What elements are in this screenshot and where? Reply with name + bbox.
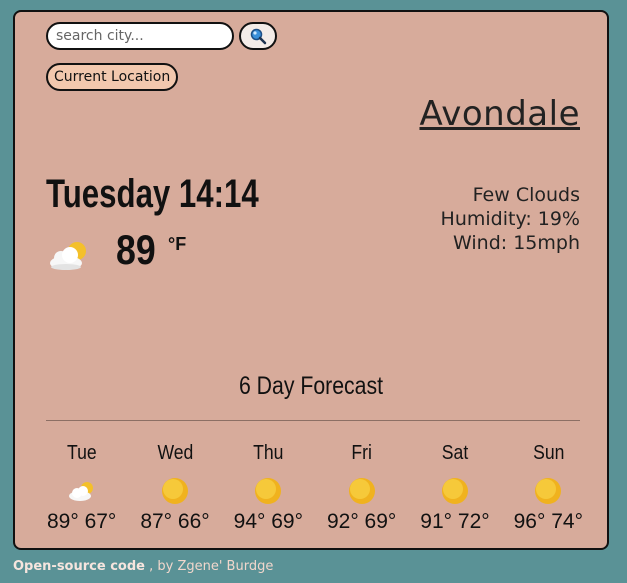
search-input[interactable]: [46, 22, 234, 50]
forecast-day: Fri 92° 69°: [315, 442, 408, 542]
source-code-link[interactable]: Open-source code: [13, 559, 145, 574]
weather-details: Few Clouds Humidity: 19% Wind: 15mph: [441, 183, 580, 255]
forecast-title: 6 Day Forecast: [238, 372, 384, 400]
wind-value: Wind: 15mph: [453, 232, 580, 254]
forecast-temps: 91° 72°: [420, 510, 490, 533]
sun-icon: [441, 478, 468, 504]
forecast-day-name: Wed: [157, 442, 193, 464]
forecast-temps: 89° 67°: [46, 510, 117, 533]
sun-icon: [348, 478, 375, 504]
forecast-day: Sun 96° 74°: [502, 442, 595, 542]
sun-icon: [161, 478, 188, 504]
forecast-day-name: Fri: [351, 442, 372, 464]
forecast-temps: 92° 69°: [326, 510, 397, 533]
forecast-temps: 96° 74°: [513, 510, 583, 533]
forecast-day-name: Sat: [441, 442, 469, 464]
forecast-row: Tue 89° 67° Wed 87° 66° Thu 94° 69° Fri …: [35, 442, 595, 542]
few-clouds-icon: [68, 482, 93, 501]
sun-icon: [535, 478, 562, 504]
forecast-day: Sat 91° 72°: [408, 442, 501, 542]
forecast-temps: 94° 69°: [233, 510, 303, 533]
weather-condition: Few Clouds: [472, 184, 580, 206]
temperature-unit: °F: [168, 234, 187, 254]
city-name[interactable]: Avondale: [419, 94, 580, 134]
sun-icon: [255, 478, 282, 504]
few-clouds-icon: [50, 242, 86, 270]
forecast-day: Thu 94° 69°: [222, 442, 315, 542]
humidity-value: Humidity: 19%: [440, 208, 580, 230]
footer-credit: , by Zgene' Burdge: [144, 559, 274, 574]
search-button[interactable]: [239, 22, 277, 50]
forecast-divider: [46, 420, 580, 421]
forecast-day: Wed 87° 66°: [128, 442, 221, 542]
forecast-day: Tue 89° 67°: [35, 442, 128, 542]
current-datetime: Tuesday 14:14: [46, 172, 259, 216]
forecast-day-name: Thu: [253, 442, 284, 464]
forecast-temps: 87° 66°: [140, 510, 210, 533]
footer: Open-source code , by Zgene' Burdge: [13, 559, 273, 574]
current-location-button[interactable]: Current Location: [46, 63, 179, 91]
current-temperature: 89: [116, 226, 156, 273]
forecast-day-name: Tue: [66, 442, 97, 464]
forecast-day-name: Sun: [532, 442, 564, 464]
magnifier-icon: [250, 28, 267, 45]
weather-card: Current Location Avondale Tuesday 14:14 …: [13, 10, 609, 550]
